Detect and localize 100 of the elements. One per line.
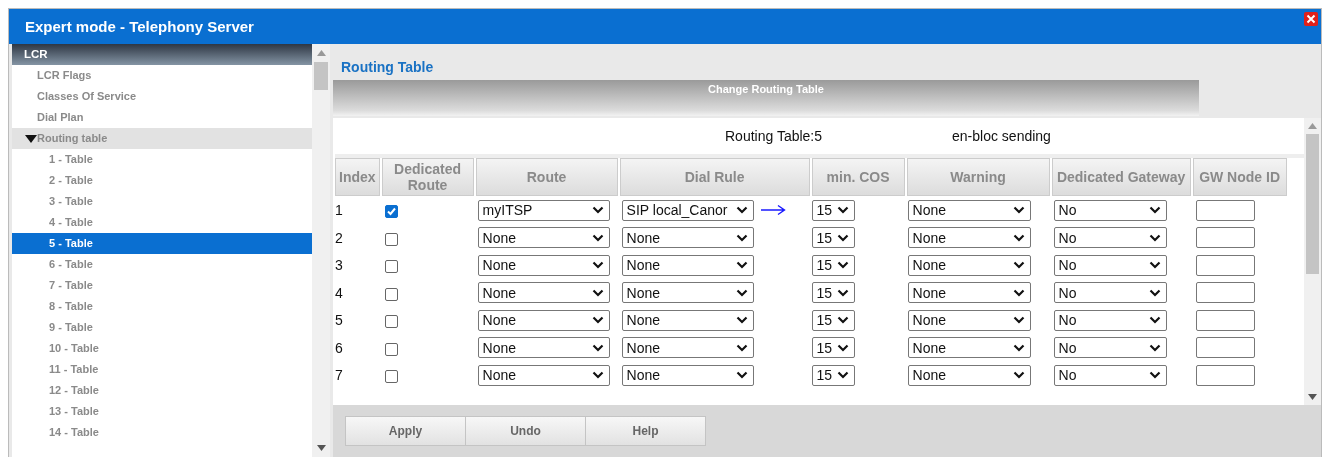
gateway-dropdown[interactable]: No [1053,282,1167,304]
row-index: 3 [335,257,343,274]
close-icon[interactable] [1304,12,1318,26]
node-id-field[interactable] [1195,199,1255,221]
action-button[interactable]: Undo [465,416,586,447]
warning-dropdown[interactable]: None [907,199,1031,221]
chevron-down-icon [1012,343,1025,352]
warning-dropdown[interactable]: None [907,227,1031,249]
dial-rule-dropdown[interactable]: None [621,254,754,276]
chevron-down-icon [591,316,604,325]
checkbox[interactable] [384,342,398,356]
warning-dropdown[interactable]: None [907,309,1031,331]
chevron-down-icon [836,288,849,297]
node-id-field[interactable] [1195,309,1255,331]
column-header: Dedicated Gateway [1051,158,1191,197]
cos-dropdown[interactable]: 15 [811,282,855,304]
chevron-down-icon [735,371,748,380]
gateway-dropdown[interactable]: No [1053,309,1167,331]
chevron-down-icon [1012,206,1025,215]
chevron-down-icon [836,343,849,352]
cos-dropdown[interactable]: 15 [811,364,855,386]
node-id-field[interactable] [1195,282,1255,304]
chevron-down-icon [735,261,748,270]
route-dropdown[interactable]: None [477,282,610,304]
route-dropdown[interactable]: None [477,254,610,276]
chevron-down-icon [1148,206,1161,215]
cos-dropdown[interactable]: 15 [811,227,855,249]
dial-rule-dropdown[interactable]: None [621,337,754,359]
row-index: 7 [335,367,343,384]
gateway-dropdown[interactable]: No [1053,199,1167,221]
chevron-down-icon [836,233,849,242]
sidebar-item[interactable]: 5 - Table [12,233,312,254]
gateway-dropdown[interactable]: No [1053,254,1167,276]
chevron-down-icon [591,261,604,270]
dial-rule-dropdown[interactable]: None [621,227,754,249]
node-id-field[interactable] [1195,337,1255,359]
chevron-down-icon [1148,261,1161,270]
table-name: Routing Table:5 [725,128,823,145]
chevron-down-icon [1012,233,1025,242]
dial-rule-dropdown[interactable]: None [621,309,754,331]
cos-dropdown[interactable]: 15 [811,199,855,221]
cos-dropdown[interactable]: 15 [811,337,855,359]
chevron-down-icon [591,206,604,215]
dial-rule-dropdown[interactable]: None [621,364,754,386]
node-id-field[interactable] [1195,254,1255,276]
chevron-down-icon [735,343,748,352]
column-header: GW Node ID [1192,158,1287,197]
route-dropdown[interactable]: None [477,227,610,249]
column-header: Dedicated Route [381,158,474,197]
scrollbar-thumb[interactable] [1306,134,1319,275]
checkbox[interactable] [384,232,398,246]
column-header: min. COS [811,158,905,197]
chevron-down-icon [735,288,748,297]
dial-rule-dropdown[interactable]: None [621,282,754,304]
chevron-down-icon [1012,261,1025,270]
column-header: Index [335,158,380,197]
route-dropdown[interactable]: myITSP [477,199,610,221]
chevron-down-icon [735,233,748,242]
page-heading: Routing Table [341,58,434,77]
checkbox[interactable] [384,205,398,219]
scrollbar-thumb[interactable] [314,62,328,90]
action-button[interactable]: Apply [345,416,466,447]
gateway-dropdown[interactable]: No [1053,364,1167,386]
sending-mode: en-bloc sending [952,128,1051,145]
dial-rule-dropdown[interactable]: SIP local_Canor [621,199,754,221]
chevron-down-icon [591,371,604,380]
warning-dropdown[interactable]: None [907,254,1031,276]
chevron-down-icon [836,261,849,270]
warning-dropdown[interactable]: None [907,337,1031,359]
chevron-down-icon [836,371,849,380]
node-id-field[interactable] [1195,364,1255,386]
sidebar-item[interactable]: 11 - Table [12,359,312,380]
warning-dropdown[interactable]: None [907,364,1031,386]
column-header: Route [475,158,618,197]
row-index: 2 [335,229,343,246]
route-dropdown[interactable]: None [477,309,610,331]
scrollbar[interactable] [1304,118,1321,406]
node-id-field[interactable] [1195,227,1255,249]
route-dropdown[interactable]: None [477,364,610,386]
checkbox[interactable] [384,370,398,384]
section-header: LCR [12,44,312,65]
row-index: 6 [335,339,343,356]
chevron-down-icon [836,206,849,215]
cos-dropdown[interactable]: 15 [811,254,855,276]
scrollbar[interactable] [312,44,330,457]
checkbox[interactable] [384,260,398,274]
chevron-down-icon [591,288,604,297]
chevron-down-icon [1148,316,1161,325]
route-dropdown[interactable]: None [477,337,610,359]
cos-dropdown[interactable]: 15 [811,309,855,331]
gateway-dropdown[interactable]: No [1053,337,1167,359]
chevron-down-icon [836,316,849,325]
section-title-bar: Change Routing Table [333,79,1199,117]
checkbox[interactable] [384,315,398,329]
chevron-down-icon [1148,233,1161,242]
gateway-dropdown[interactable]: No [1053,227,1167,249]
warning-dropdown[interactable]: None [907,282,1031,304]
sidebar-item[interactable]: Classes Of Service [12,86,312,107]
action-button[interactable]: Help [585,416,706,447]
checkbox[interactable] [384,287,398,301]
